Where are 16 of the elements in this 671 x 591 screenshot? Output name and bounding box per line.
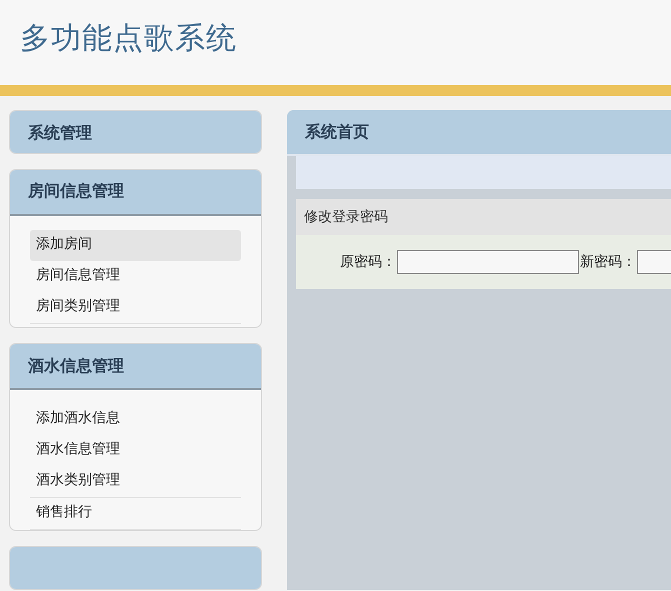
menu-panel-title[interactable]: 酒水信息管理 [10, 344, 261, 390]
menu-item[interactable]: 房间信息管理 [30, 260, 241, 292]
field-label: 新密码： [580, 253, 636, 271]
menu-panel-title[interactable]: 系统管理 [10, 111, 261, 153]
menu-panel-title[interactable]: 房间信息管理 [10, 170, 261, 216]
menu-item[interactable]: 添加房间 [30, 230, 241, 261]
menu-item[interactable]: 房间类别管理 [30, 292, 241, 323]
menu-item[interactable]: 酒水信息管理 [30, 435, 241, 466]
field-label: 原密码： [340, 253, 396, 271]
form-title: 修改登录密码 [296, 199, 671, 235]
content-title: 系统首页 [287, 110, 671, 156]
menu-item[interactable]: 销售排行 [30, 498, 241, 530]
menu-item[interactable]: 添加酒水信息 [30, 404, 241, 436]
menu-item[interactable]: 酒水类别管理 [30, 466, 241, 498]
site-title: 多功能点歌系统 [20, 20, 237, 58]
password-field[interactable] [397, 250, 579, 274]
